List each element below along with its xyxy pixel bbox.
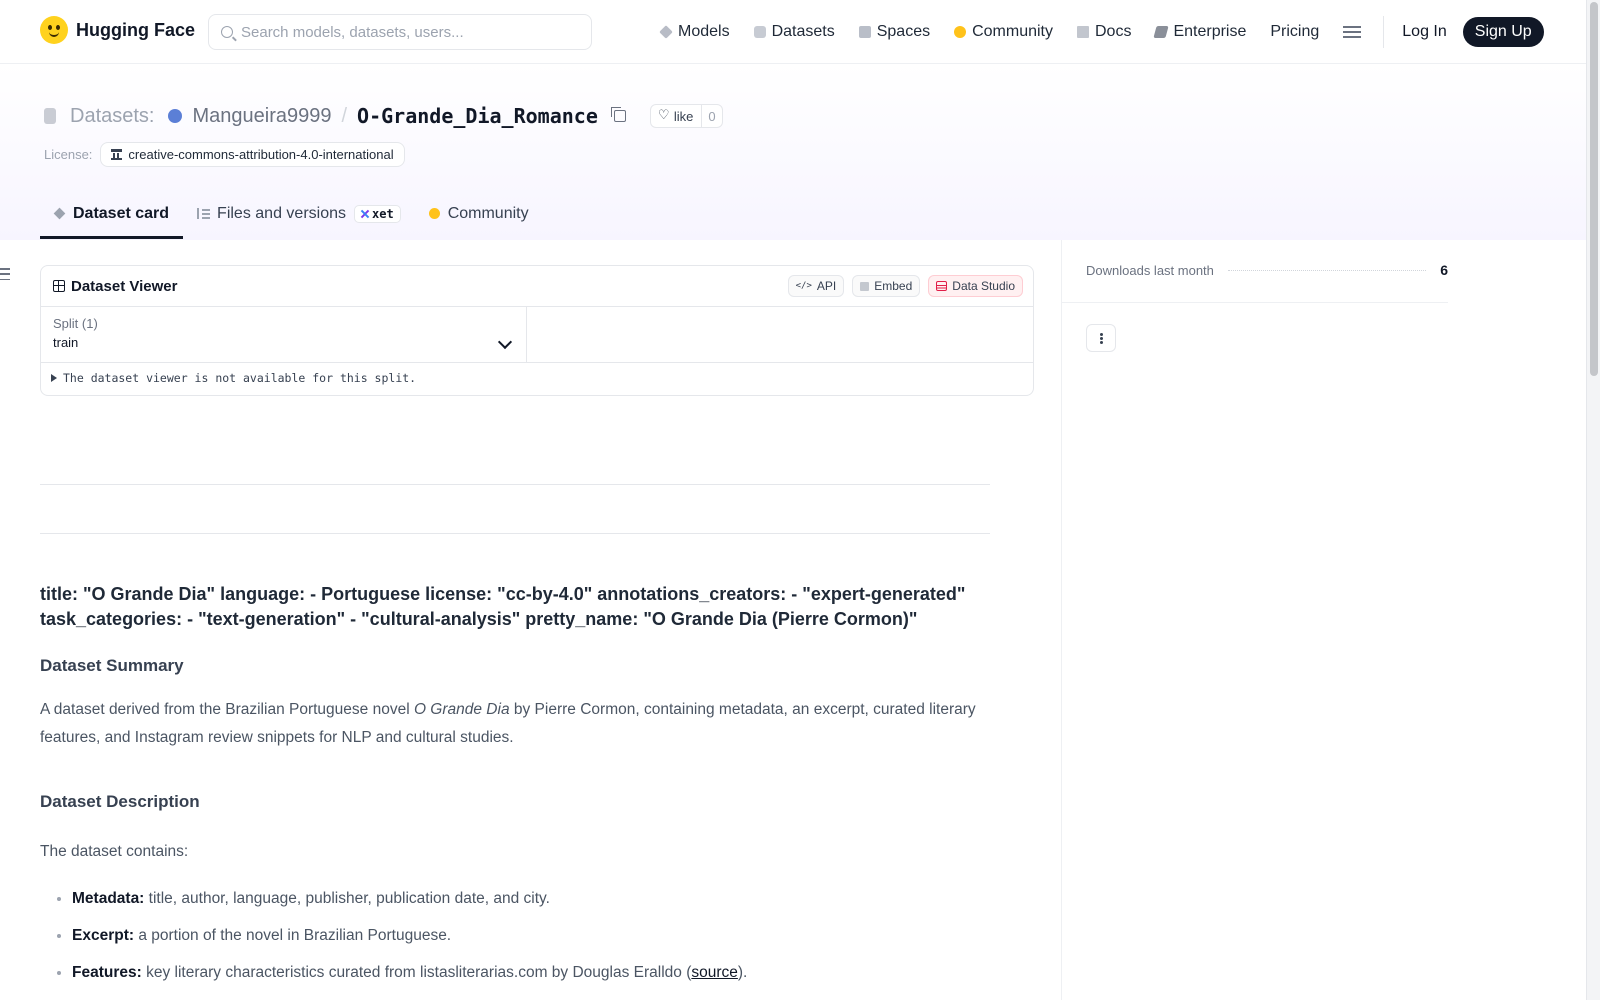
tab-dataset-card[interactable]: Dataset card bbox=[40, 191, 184, 239]
repo-owner-link[interactable]: Mangueira9999 bbox=[192, 105, 331, 128]
dataset-card-content: title: "O Grande Dia" language: - Portug… bbox=[40, 582, 1000, 999]
xet-badge: xet bbox=[354, 204, 401, 223]
repo-separator: / bbox=[341, 104, 348, 127]
embed-button[interactable]: Embed bbox=[852, 275, 921, 297]
more-options-button[interactable] bbox=[1086, 324, 1116, 352]
nav-link-models[interactable]: Models bbox=[659, 23, 730, 41]
dataset-icon bbox=[44, 108, 56, 124]
split-dropdown[interactable]: Split (1) train bbox=[41, 307, 527, 362]
viewer-actions: </> API Embed Data Studio bbox=[787, 275, 1023, 297]
right-sidebar: Downloads last month 6 bbox=[1061, 240, 1586, 1000]
license-value: creative-commons-attribution-4.0-interna… bbox=[128, 147, 394, 162]
like-label: like bbox=[673, 108, 694, 124]
license-row: License: creative-commons-attribution-4.… bbox=[44, 142, 405, 167]
code-icon: </> bbox=[795, 281, 812, 291]
repo-type-label[interactable]: Datasets: bbox=[70, 105, 154, 128]
toc-toggle-icon[interactable] bbox=[0, 268, 10, 280]
login-link[interactable]: Log In bbox=[1402, 23, 1446, 41]
page-scrollbar[interactable] bbox=[1586, 0, 1600, 1000]
bank-icon bbox=[111, 149, 123, 160]
nav-link-community[interactable]: Community bbox=[954, 23, 1053, 41]
search-icon bbox=[221, 26, 233, 38]
nav-divider bbox=[1383, 16, 1385, 48]
kebab-icon bbox=[1099, 336, 1103, 340]
list-item: Features: key literary characteristics c… bbox=[72, 962, 1000, 984]
split-value: train bbox=[53, 335, 79, 350]
nav-links: Models Datasets Spaces Community Docs En… bbox=[659, 0, 1544, 64]
nav-link-datasets[interactable]: Datasets bbox=[753, 23, 835, 41]
viewer-title[interactable]: Dataset Viewer bbox=[71, 278, 177, 295]
scrollbar-thumb[interactable] bbox=[1590, 2, 1598, 376]
list-item: Excerpt: a portion of the novel in Brazi… bbox=[72, 925, 1000, 947]
split-label: Split (1) bbox=[53, 316, 98, 331]
search-input[interactable] bbox=[241, 23, 571, 41]
more-menu-icon[interactable] bbox=[1343, 26, 1362, 38]
datasets-icon bbox=[753, 26, 766, 38]
top-navbar: Hugging Face Models Datasets Spaces Comm… bbox=[0, 0, 1586, 64]
like-count[interactable]: 0 bbox=[702, 109, 721, 124]
hugging-face-emoji-icon bbox=[40, 16, 68, 44]
tab-files-and-versions[interactable]: Files and versions xet bbox=[183, 191, 415, 236]
viewer-header: Dataset Viewer </> API Embed Data Studio bbox=[41, 266, 1033, 307]
license-label: License: bbox=[44, 147, 93, 162]
nav-link-docs[interactable]: Docs bbox=[1077, 23, 1131, 41]
dotted-leader bbox=[1227, 269, 1427, 271]
downloads-label: Downloads last month bbox=[1086, 262, 1214, 278]
dataset-card-icon bbox=[53, 207, 66, 220]
contents-list: Metadata: title, author, language, publi… bbox=[40, 888, 1000, 984]
expand-triangle-icon bbox=[51, 374, 57, 382]
like-widget: like 0 bbox=[649, 104, 723, 128]
docs-icon bbox=[1077, 26, 1089, 38]
nav-link-pricing[interactable]: Pricing bbox=[1270, 23, 1319, 41]
divider bbox=[40, 484, 990, 485]
repo-title: Datasets: Mangueira9999 / O-Grande_Dia_R… bbox=[44, 104, 723, 128]
downloads-value: 6 bbox=[1440, 262, 1448, 278]
community-icon bbox=[428, 208, 440, 219]
contains-paragraph: The dataset contains: bbox=[40, 843, 189, 860]
repo-tabs: Dataset card Files and versions xet Comm… bbox=[40, 191, 543, 240]
downloads-stat: Downloads last month 6 bbox=[1086, 262, 1448, 278]
repo-header: Datasets: Mangueira9999 / O-Grande_Dia_R… bbox=[0, 64, 1586, 240]
divider bbox=[40, 533, 990, 534]
brand-logo[interactable]: Hugging Face bbox=[40, 16, 195, 44]
summary-paragraph: A dataset derived from the Brazilian Por… bbox=[40, 701, 976, 746]
brand-name: Hugging Face bbox=[76, 19, 196, 40]
table-icon bbox=[53, 280, 65, 292]
copy-icon[interactable] bbox=[610, 107, 626, 122]
nav-link-spaces[interactable]: Spaces bbox=[858, 23, 930, 41]
data-studio-icon bbox=[936, 281, 948, 291]
list-item: Metadata: title, author, language, publi… bbox=[72, 888, 1000, 910]
heart-icon bbox=[658, 107, 670, 123]
split-selector-row: Split (1) train bbox=[41, 307, 1033, 363]
search-box[interactable] bbox=[208, 14, 592, 50]
files-icon bbox=[197, 208, 211, 219]
owner-avatar bbox=[168, 109, 183, 123]
description-heading: Dataset Description bbox=[40, 792, 200, 811]
repo-name[interactable]: O-Grande_Dia_Romance bbox=[357, 104, 598, 128]
metadata-heading: title: "O Grande Dia" language: - Portug… bbox=[40, 584, 966, 629]
viewer-unavailable-note[interactable]: The dataset viewer is not available for … bbox=[41, 363, 1033, 393]
xet-icon bbox=[361, 210, 369, 218]
divider bbox=[1062, 302, 1448, 303]
enterprise-icon bbox=[1153, 26, 1170, 38]
embed-icon bbox=[860, 281, 870, 291]
spaces-icon bbox=[858, 26, 871, 38]
like-button[interactable]: like bbox=[651, 105, 703, 127]
tab-community[interactable]: Community bbox=[415, 191, 543, 236]
models-icon bbox=[659, 25, 673, 39]
api-button[interactable]: </> API bbox=[787, 275, 845, 297]
signup-button[interactable]: Sign Up bbox=[1462, 17, 1544, 47]
dataset-viewer: Dataset Viewer </> API Embed Data Studio … bbox=[40, 265, 1034, 396]
data-studio-button[interactable]: Data Studio bbox=[928, 275, 1023, 297]
license-tag[interactable]: creative-commons-attribution-4.0-interna… bbox=[100, 142, 405, 167]
nav-link-enterprise[interactable]: Enterprise bbox=[1153, 23, 1246, 41]
community-icon bbox=[954, 26, 967, 38]
source-link[interactable]: source bbox=[691, 964, 738, 981]
summary-heading: Dataset Summary bbox=[40, 656, 184, 675]
